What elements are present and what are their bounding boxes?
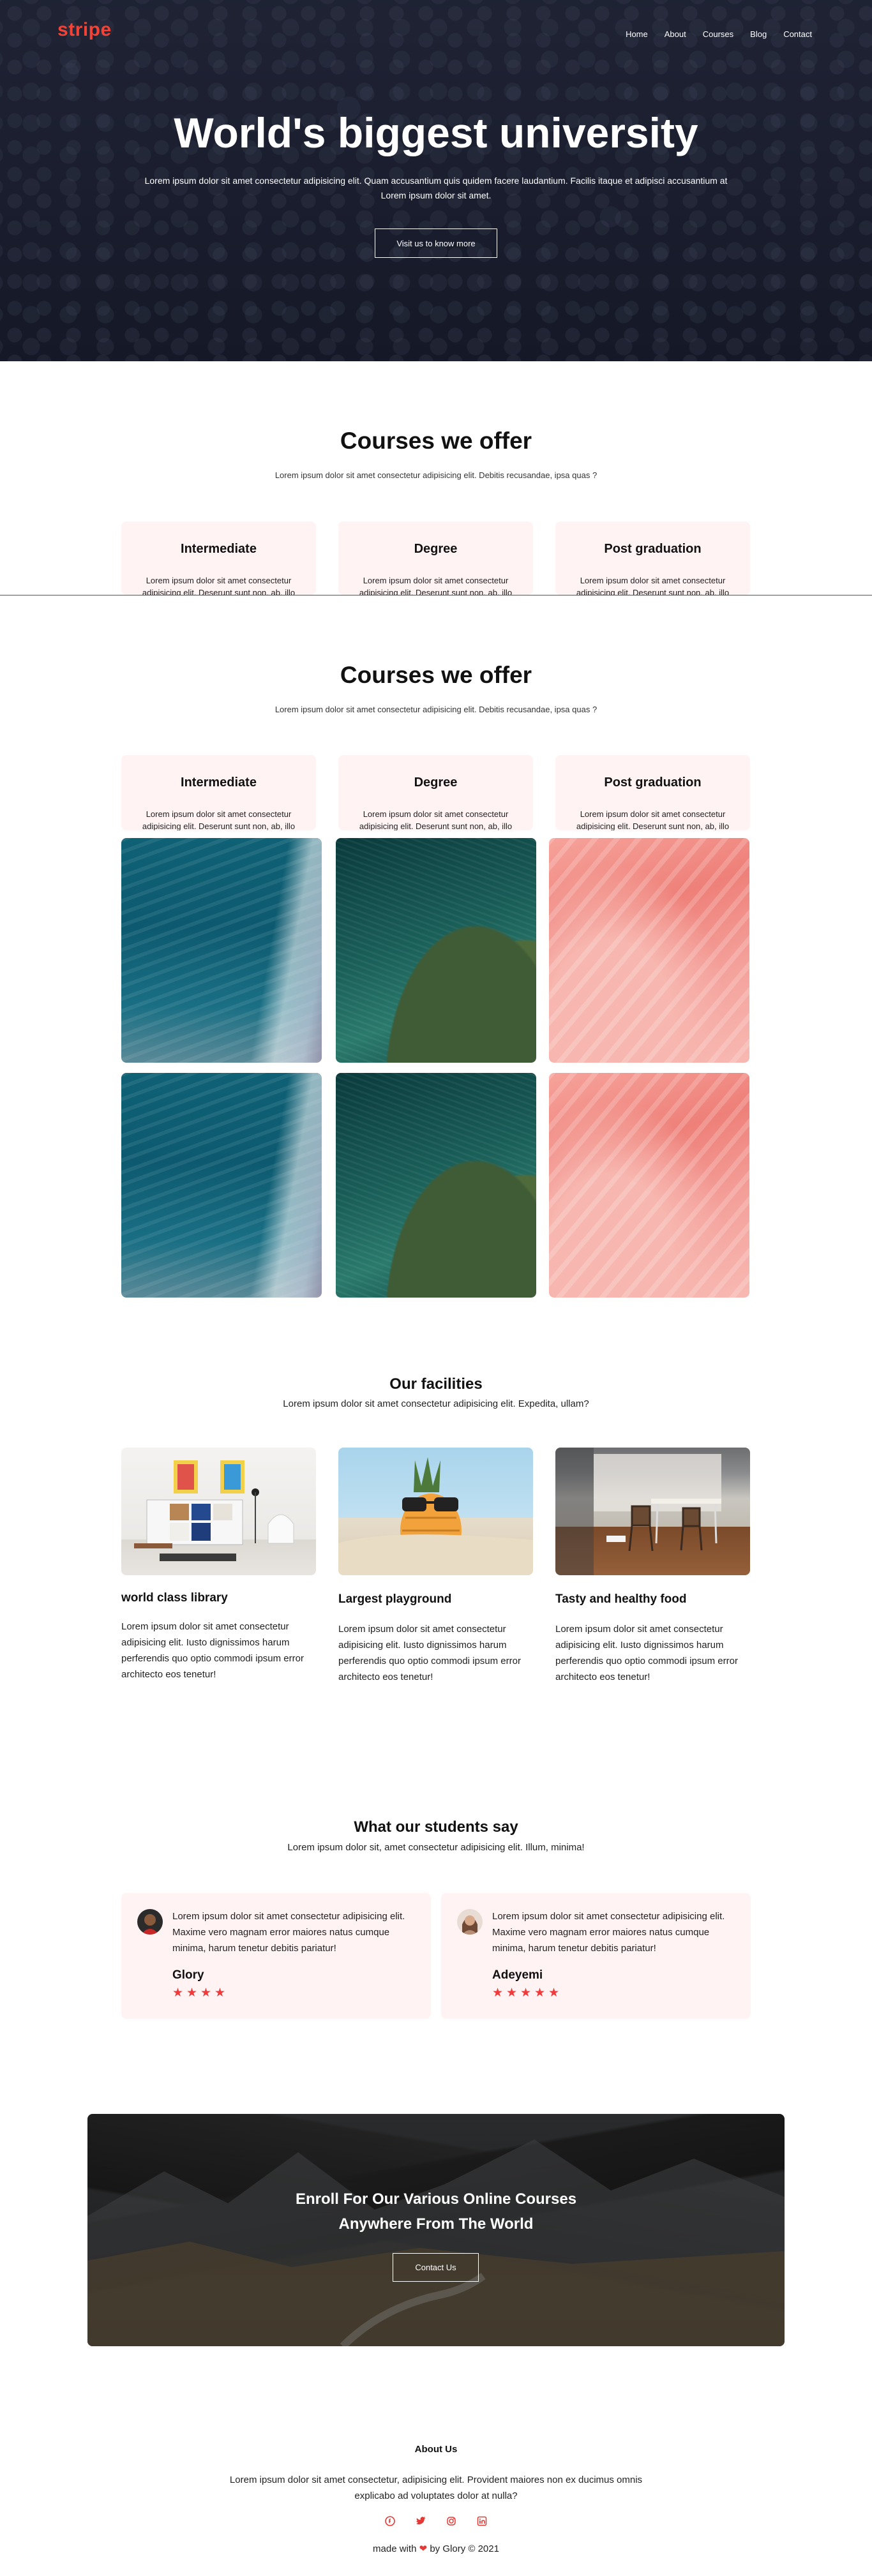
star-icon: ★ (214, 1986, 226, 2000)
testimonial-card: Lorem ipsum dolor sit amet consectetur a… (121, 1893, 431, 2019)
gallery-image-pink[interactable] (549, 1073, 749, 1298)
courses-title: Courses we offer (340, 428, 532, 454)
course-card-text: Lorem ipsum dolor sit amet consectetur a… (142, 809, 296, 830)
copyright-prefix: made with (373, 2543, 417, 2554)
facebook-icon[interactable] (384, 2515, 396, 2527)
library-image (121, 1448, 316, 1575)
course-card-text: Lorem ipsum dolor sit amet consectetur a… (359, 576, 513, 595)
gallery-image-ocean[interactable] (121, 1073, 322, 1298)
linkedin-icon[interactable] (476, 2515, 488, 2527)
star-icon: ★ (534, 1986, 546, 2000)
star-icon: ★ (200, 1986, 212, 2000)
social-links (0, 2515, 872, 2527)
rating-stars: ★ ★ ★ ★ ★ (492, 1987, 560, 1999)
hero-title: World's biggest university (174, 109, 698, 156)
nav-contact[interactable]: Contact (783, 29, 812, 39)
logo[interactable]: stripe (57, 19, 112, 41)
star-icon: ★ (186, 1986, 198, 2000)
contact-us-button[interactable]: Contact Us (393, 2253, 479, 2282)
courses-subtitle: Lorem ipsum dolor sit amet consectetur a… (274, 470, 598, 480)
course-card-title: Degree (414, 775, 458, 790)
facility-text: Lorem ipsum dolor sit amet consectetur a… (338, 1624, 521, 1682)
footer-title: About Us (414, 2444, 458, 2455)
nav-blog[interactable]: Blog (750, 29, 767, 39)
rating-stars: ★ ★ ★ ★ (172, 1987, 227, 1999)
hero-section: stripe Home About Courses Blog Contact W… (0, 0, 872, 361)
course-card-title: Degree (414, 542, 458, 556)
heart-icon: ❤ (419, 2543, 428, 2554)
course-card-title: Post graduation (604, 542, 702, 556)
star-icon: ★ (548, 1986, 560, 2000)
footer-text: Lorem ipsum dolor sit amet consectetur, … (229, 2475, 643, 2501)
star-icon: ★ (520, 1986, 532, 2000)
copyright: made with ❤ by Glory © 2021 (0, 2543, 872, 2554)
copyright-suffix: by Glory © 2021 (430, 2543, 499, 2554)
course-card-post-graduation[interactable]: Post graduation Lorem ipsum dolor sit am… (555, 755, 750, 830)
nav-about[interactable]: About (665, 29, 686, 39)
star-icon: ★ (492, 1986, 504, 2000)
gallery-image-pink[interactable] (549, 838, 749, 1063)
courses-title: Courses we offer (340, 662, 532, 688)
nav-home[interactable]: Home (626, 29, 648, 39)
twitter-icon[interactable] (415, 2515, 426, 2527)
instagram-icon[interactable] (446, 2515, 457, 2527)
dining-image (555, 1448, 750, 1575)
enroll-banner: Enroll For Our Various Online Courses An… (87, 2114, 785, 2346)
course-card-degree[interactable]: Degree Lorem ipsum dolor sit amet consec… (338, 755, 533, 830)
course-card-text: Lorem ipsum dolor sit amet consectetur a… (142, 576, 296, 595)
facility-title-library: world class library (121, 1591, 228, 1605)
enroll-heading-line2: Anywhere From The World (338, 2215, 534, 2233)
courses-subtitle: Lorem ipsum dolor sit amet consectetur a… (274, 705, 598, 714)
testimonial-text: Lorem ipsum dolor sit amet consectetur a… (492, 1911, 725, 1954)
course-card-title: Post graduation (604, 775, 702, 790)
course-card-degree[interactable]: Degree Lorem ipsum dolor sit amet consec… (338, 521, 533, 595)
testimonial-text: Lorem ipsum dolor sit amet consectetur a… (172, 1911, 405, 1954)
avatar (457, 1909, 483, 1935)
testimonial-card: Lorem ipsum dolor sit amet consectetur a… (441, 1893, 751, 2019)
course-card-intermediate[interactable]: Intermediate Lorem ipsum dolor sit amet … (121, 521, 316, 595)
library-illustration (134, 1460, 294, 1561)
testimonials-subtitle: Lorem ipsum dolor sit, amet consectetur … (287, 1842, 585, 1853)
gallery-image-ocean[interactable] (121, 838, 322, 1063)
course-card-title: Intermediate (181, 775, 257, 790)
gallery-image-reef[interactable] (336, 838, 536, 1063)
visit-button[interactable]: Visit us to know more (375, 228, 497, 258)
avatar (137, 1909, 163, 1935)
testimonial-name: Glory (172, 1968, 204, 1982)
course-card-intermediate[interactable]: Intermediate Lorem ipsum dolor sit amet … (121, 755, 316, 830)
testimonial-name: Adeyemi (492, 1968, 543, 1982)
main-nav: Home About Courses Blog Contact (626, 29, 812, 39)
nav-courses[interactable]: Courses (703, 29, 733, 39)
hero-text: Lorem ipsum dolor sit amet consectetur a… (144, 176, 728, 200)
enroll-heading-line1: Enroll For Our Various Online Courses (295, 2190, 577, 2208)
playground-image (338, 1448, 533, 1575)
gallery-image-reef[interactable] (336, 1073, 536, 1298)
dining-illustration (555, 1448, 721, 1575)
facilities-subtitle: Lorem ipsum dolor sit amet consectetur a… (283, 1398, 589, 1409)
facilities-title: Our facilities (389, 1375, 483, 1393)
course-card-title: Intermediate (181, 542, 257, 556)
avatar-image (137, 1909, 163, 1935)
facility-text: Lorem ipsum dolor sit amet consectetur a… (555, 1624, 738, 1682)
avatar-image (457, 1909, 483, 1935)
course-card-text: Lorem ipsum dolor sit amet consectetur a… (359, 809, 513, 830)
facility-title-food: Tasty and healthy food (555, 1592, 687, 1606)
course-card-post-graduation[interactable]: Post graduation Lorem ipsum dolor sit am… (555, 521, 750, 595)
facility-title-playground: Largest playground (338, 1592, 452, 1606)
star-icon: ★ (506, 1986, 518, 2000)
testimonials-title: What our students say (354, 1818, 518, 1836)
facility-text: Lorem ipsum dolor sit amet consectetur a… (121, 1621, 304, 1680)
pineapple-illustration (338, 1457, 533, 1575)
star-icon: ★ (172, 1986, 184, 2000)
course-card-text: Lorem ipsum dolor sit amet consectetur a… (576, 809, 730, 830)
course-card-text: Lorem ipsum dolor sit amet consectetur a… (576, 576, 730, 595)
